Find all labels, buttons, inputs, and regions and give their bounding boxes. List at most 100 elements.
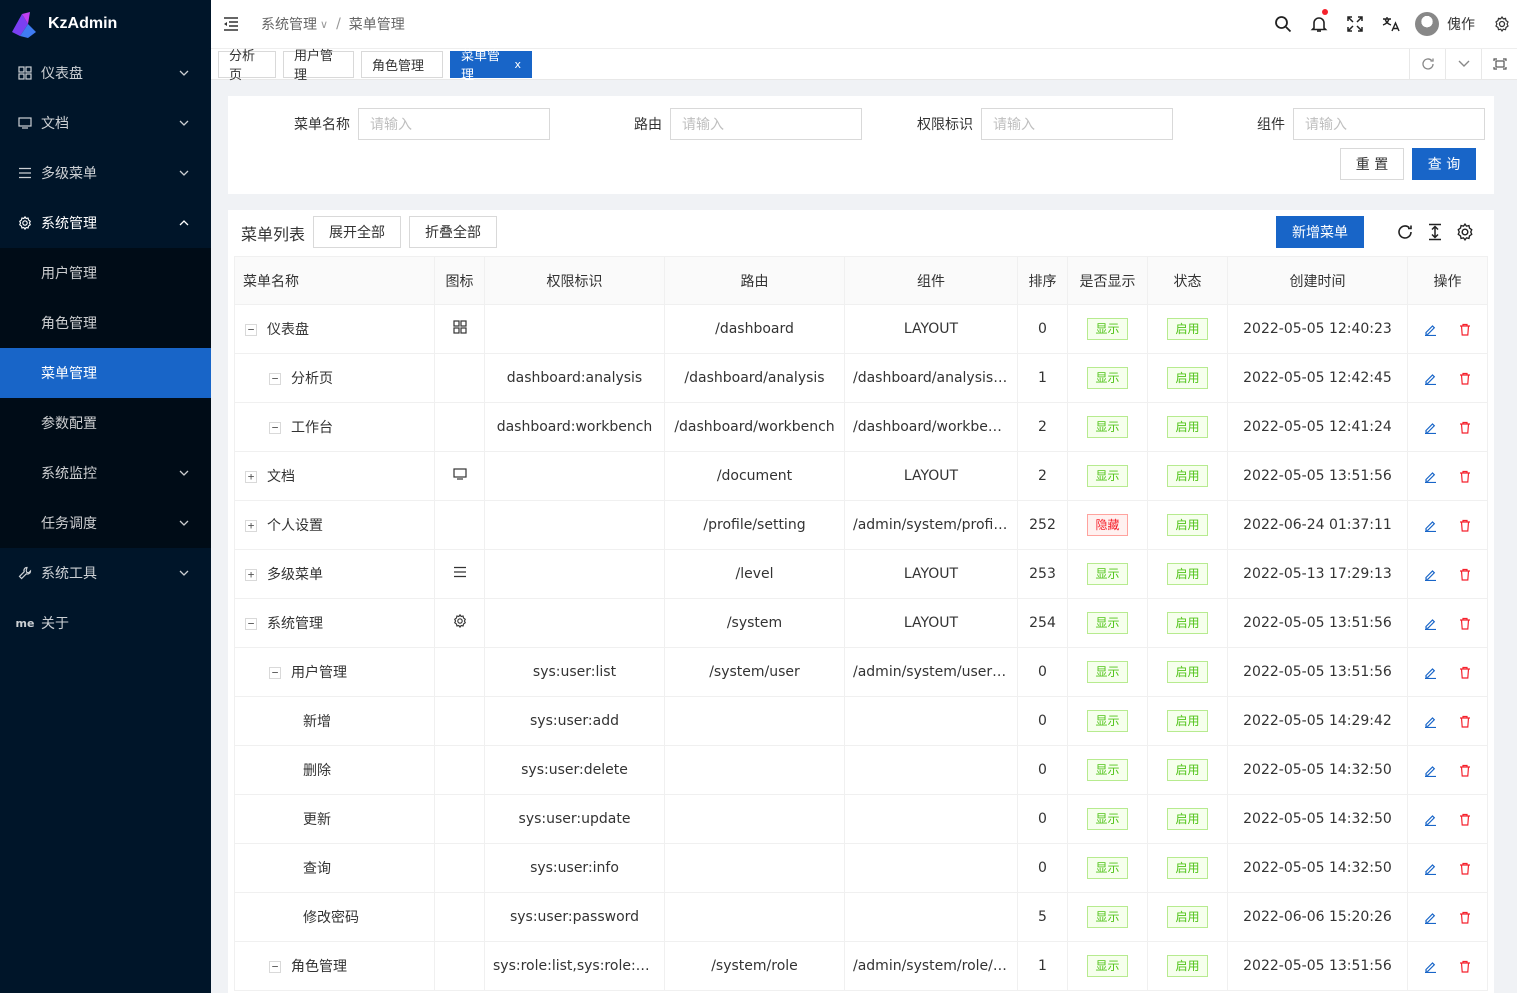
- table-row[interactable]: 修改密码 sys:user:password 5 显示 启用 2022-06-06 15:…: [234, 892, 1488, 942]
- edit-icon[interactable]: [1424, 666, 1437, 679]
- table-row[interactable]: 删除 sys:user:delete 0 显示 启用 2022-05-05 14:32:5…: [234, 745, 1488, 795]
- table-row[interactable]: − 系统管理/system LAYOUT 254 显示 启用 2022-05-05 13:5…: [234, 598, 1488, 648]
- sidebar-item[interactable]: 参数配置: [0, 398, 211, 448]
- translate-icon[interactable]: [1373, 0, 1409, 48]
- table-row[interactable]: 新增 sys:user:add 0 显示 启用 2022-05-05 14:29:42: [234, 696, 1488, 746]
- edit-icon[interactable]: [1424, 813, 1437, 826]
- add-menu-button[interactable]: 新增菜单: [1276, 216, 1364, 248]
- collapse-row-icon[interactable]: −: [269, 373, 281, 385]
- delete-icon[interactable]: [1459, 568, 1471, 581]
- query-button[interactable]: 查 询: [1412, 148, 1476, 180]
- edit-icon[interactable]: [1424, 568, 1437, 581]
- row-actions: [1416, 960, 1479, 973]
- table-row[interactable]: + 多级菜单/level LAYOUT 253 显示 启用 2022-05-13 17:29…: [234, 549, 1488, 599]
- permission-input[interactable]: 请输入: [981, 108, 1173, 140]
- edit-icon[interactable]: [1424, 323, 1437, 336]
- user-menu[interactable]: 傀作: [1415, 12, 1475, 36]
- edit-icon[interactable]: [1424, 470, 1437, 483]
- delete-icon[interactable]: [1459, 617, 1471, 630]
- table-row[interactable]: − 分析页 dashboard:analysis/dashboard/analysi…: [234, 353, 1488, 403]
- delete-icon[interactable]: [1459, 715, 1471, 728]
- table-row[interactable]: 更新 sys:user:update 0 显示 启用 2022-05-05 14:32:5…: [234, 794, 1488, 844]
- route-cell: /system: [664, 598, 845, 648]
- expand-row-icon[interactable]: +: [245, 471, 257, 483]
- delete-icon[interactable]: [1459, 862, 1471, 875]
- reset-button[interactable]: 重 置: [1340, 148, 1404, 180]
- column-settings-icon[interactable]: [1450, 220, 1480, 244]
- sidebar-item[interactable]: 系统监控: [0, 448, 211, 498]
- visibility-cell: 显示: [1067, 549, 1148, 599]
- edit-icon[interactable]: [1424, 862, 1437, 875]
- collapse-row-icon[interactable]: −: [269, 667, 281, 679]
- collapse-all-button[interactable]: 折叠全部: [409, 216, 497, 248]
- collapse-row-icon[interactable]: −: [269, 422, 281, 434]
- table-row[interactable]: + 文档/document LAYOUT 2 显示 启用 2022-05-05 13:51:…: [234, 451, 1488, 501]
- refresh-tab-icon[interactable]: [1409, 48, 1445, 80]
- maximize-icon[interactable]: [1481, 48, 1517, 80]
- table-row[interactable]: − 角色管理 sys:role:list,sys:role:page/system/…: [234, 941, 1488, 991]
- delete-icon[interactable]: [1459, 470, 1471, 483]
- breadcrumb-item[interactable]: 系统管理: [261, 14, 317, 34]
- component-input[interactable]: 请输入: [1293, 108, 1485, 140]
- sidebar-item[interactable]: 角色管理: [0, 298, 211, 348]
- table-row[interactable]: 查询 sys:user:info 0 显示 启用 2022-05-05 14:32:50: [234, 843, 1488, 893]
- delete-icon[interactable]: [1459, 666, 1471, 679]
- edit-icon[interactable]: [1424, 372, 1437, 385]
- tab-item[interactable]: 用户管理: [283, 49, 354, 83]
- chevron-down-icon: [177, 566, 191, 580]
- delete-icon[interactable]: [1459, 421, 1471, 434]
- delete-icon[interactable]: [1459, 323, 1471, 336]
- delete-icon[interactable]: [1459, 911, 1471, 924]
- edit-icon[interactable]: [1424, 911, 1437, 924]
- fullscreen-icon[interactable]: [1337, 0, 1373, 48]
- app-logo[interactable]: KzAdmin: [0, 0, 211, 48]
- created-time-cell: 2022-05-05 14:29:42: [1227, 696, 1408, 746]
- sidebar-item[interactable]: 文档: [0, 98, 211, 148]
- column-height-icon[interactable]: [1420, 220, 1450, 244]
- expand-row-icon[interactable]: +: [245, 520, 257, 532]
- bell-icon[interactable]: [1301, 0, 1337, 48]
- tab-item[interactable]: 角色管理: [361, 50, 443, 78]
- sidebar-item[interactable]: me 关于: [0, 598, 211, 648]
- delete-icon[interactable]: [1459, 813, 1471, 826]
- table-row[interactable]: − 工作台 dashboard:workbench/dashboard/workbe…: [234, 402, 1488, 452]
- table-row[interactable]: + 个人设置/profile/setting/admin/system/profi…: [234, 500, 1488, 550]
- delete-icon[interactable]: [1459, 519, 1471, 532]
- edit-icon[interactable]: [1424, 764, 1437, 777]
- sidebar-item[interactable]: 仪表盘: [0, 48, 211, 98]
- edit-icon[interactable]: [1424, 519, 1437, 532]
- sidebar-item[interactable]: 菜单管理: [0, 348, 211, 398]
- icon-cell: [434, 696, 485, 746]
- tab-item[interactable]: 分析页: [218, 49, 276, 83]
- table-row[interactable]: − 用户管理 sys:user:list/system/user/admin/sys…: [234, 647, 1488, 697]
- table-row[interactable]: − 仪表盘/dashboard LAYOUT 0 显示 启用 2022-05-05 12:4…: [234, 304, 1488, 354]
- close-icon[interactable]: x: [514, 58, 521, 71]
- edit-icon[interactable]: [1424, 617, 1437, 630]
- collapse-row-icon[interactable]: −: [245, 618, 257, 630]
- sidebar-item[interactable]: 多级菜单: [0, 148, 211, 198]
- delete-icon[interactable]: [1459, 960, 1471, 973]
- sidebar-item[interactable]: 系统工具: [0, 548, 211, 598]
- menu-name-input[interactable]: 请输入: [358, 108, 550, 140]
- settings-gear-icon[interactable]: [1487, 0, 1517, 48]
- collapse-menu-icon[interactable]: [213, 0, 249, 48]
- chevron-down-icon[interactable]: [1445, 48, 1481, 80]
- sidebar-item[interactable]: 任务调度: [0, 498, 211, 548]
- sidebar-item[interactable]: 系统管理: [0, 198, 211, 248]
- expand-all-button[interactable]: 展开全部: [313, 216, 401, 248]
- delete-icon[interactable]: [1459, 372, 1471, 385]
- menu-name: 角色管理: [291, 959, 347, 975]
- refresh-icon[interactable]: [1390, 220, 1420, 244]
- collapse-row-icon[interactable]: −: [245, 324, 257, 336]
- edit-icon[interactable]: [1424, 960, 1437, 973]
- edit-icon[interactable]: [1424, 421, 1437, 434]
- me-icon: me: [15, 616, 35, 630]
- sidebar-item[interactable]: 用户管理: [0, 248, 211, 298]
- delete-icon[interactable]: [1459, 764, 1471, 777]
- tab-item[interactable]: 菜单管理 x: [450, 49, 532, 83]
- collapse-row-icon[interactable]: −: [269, 961, 281, 973]
- search-icon[interactable]: [1265, 0, 1301, 48]
- route-input[interactable]: 请输入: [670, 108, 862, 140]
- edit-icon[interactable]: [1424, 715, 1437, 728]
- expand-row-icon[interactable]: +: [245, 569, 257, 581]
